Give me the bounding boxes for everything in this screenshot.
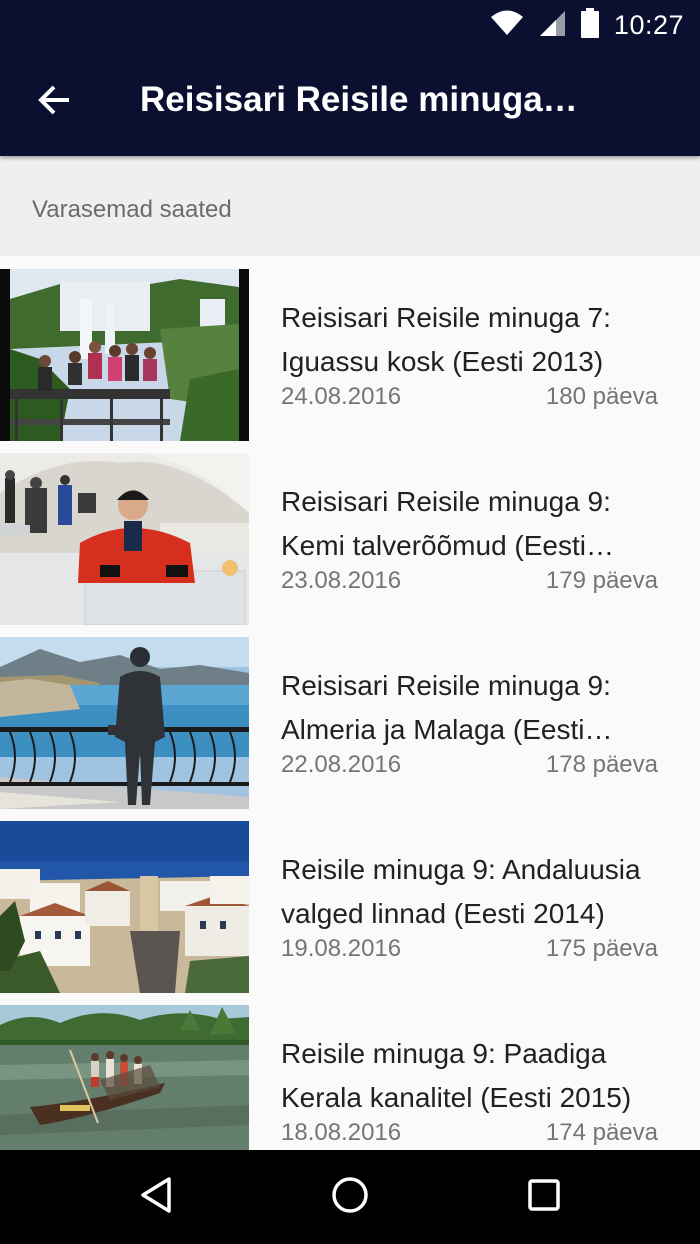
episode-days-left: 179 päeva [545, 567, 658, 594]
nav-recents-icon [526, 1177, 562, 1218]
nav-home-icon [330, 1175, 370, 1220]
episode-days-left: 178 päeva [545, 751, 658, 778]
episode-days-left: 175 päeva [545, 935, 658, 962]
nav-back-icon [138, 1175, 174, 1220]
episode-title: Reisisari Reisile minuga 7: Iguassu kosk… [281, 302, 611, 377]
episode-date: 18.08.2016 [281, 1119, 402, 1146]
app-bar: Reisisari Reisile minuga 7: Iguassu kosk… [0, 50, 700, 156]
episode-title: Reisile minuga 9: Andaluusia valged linn… [281, 854, 641, 929]
episode-thumbnail [0, 453, 249, 625]
episode-title: Reisile minuga 9: Paadiga Kerala kanalit… [281, 1038, 632, 1113]
screen: 10:27 Reisisari Reisile minuga 7: Iguass… [0, 0, 700, 1244]
status-icons: 10:27 [490, 0, 684, 50]
episode-date: 22.08.2016 [281, 751, 402, 778]
nav-home-button[interactable] [325, 1172, 375, 1222]
list-item[interactable]: Reisisari Reisile minuga 9: Kemi talverõ… [0, 453, 700, 625]
episode-date: 23.08.2016 [281, 567, 402, 594]
navigation-bar [0, 1150, 700, 1244]
cell-signal-icon [538, 9, 566, 42]
list-item[interactable]: Reisile minuga 9: Paadiga Kerala kanalit… [0, 1005, 700, 1150]
nav-back-button[interactable] [131, 1172, 181, 1222]
episode-title: Reisisari Reisile minuga 9: Almeria ja M… [281, 670, 611, 745]
list-item[interactable]: Reisile minuga 9: Andaluusia valged linn… [0, 821, 700, 993]
episode-date: 19.08.2016 [281, 935, 402, 962]
episode-days-left: 174 päeva [545, 1119, 658, 1146]
list-item[interactable]: Reisisari Reisile minuga 7: Iguassu kosk… [0, 269, 700, 441]
section-label: Varasemad saated [32, 196, 232, 223]
episode-days-left: 180 päeva [545, 383, 658, 410]
episode-thumbnail [0, 269, 249, 441]
app-title: Reisisari Reisile minuga 7: Iguassu kosk… [140, 80, 580, 119]
list-item[interactable]: Reisisari Reisile minuga 9: Almeria ja M… [0, 637, 700, 809]
episode-list: Reisisari Reisile minuga 7: Iguassu kosk… [0, 256, 700, 1150]
wifi-icon [490, 10, 524, 41]
arrow-back-icon [37, 83, 71, 122]
battery-icon [580, 7, 600, 43]
episode-title: Reisisari Reisile minuga 9: Kemi talverõ… [281, 486, 611, 561]
episode-date: 24.08.2016 [281, 383, 402, 410]
nav-recents-button[interactable] [519, 1172, 569, 1222]
episode-thumbnail [0, 1005, 249, 1150]
status-time: 10:27 [613, 9, 684, 40]
episode-thumbnail [0, 821, 249, 993]
episode-thumbnail [0, 637, 249, 809]
status-bar: 10:27 [0, 0, 700, 50]
section-header: Varasemad saated [0, 156, 700, 256]
back-button[interactable] [22, 74, 86, 130]
